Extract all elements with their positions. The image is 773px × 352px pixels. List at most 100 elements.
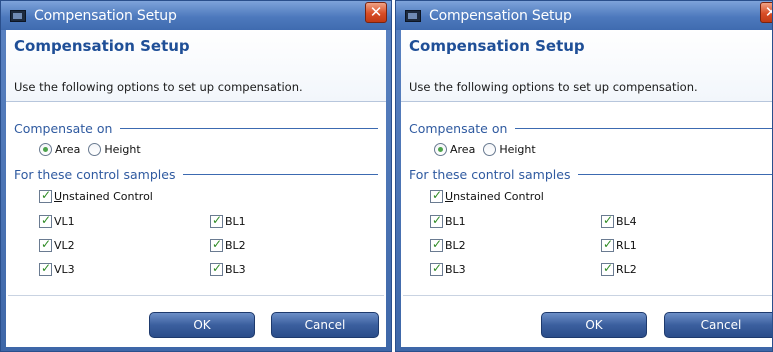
compensate-on-options: Area Height [39, 143, 149, 156]
checkbox-rl2[interactable]: ✓ RL2 [601, 261, 637, 276]
checkbox[interactable]: ✓ [430, 188, 443, 203]
checkbox-bl1[interactable]: ✓ BL1 [430, 213, 466, 228]
checkmark-icon: ✓ [603, 261, 614, 275]
radio-height-label[interactable]: Height [104, 143, 140, 156]
checkbox-label: Unstained Control [54, 190, 153, 203]
ok-button[interactable]: OK [149, 312, 255, 338]
checkbox-label: VL3 [54, 263, 75, 276]
checkbox-label: BL1 [445, 215, 466, 228]
checkmark-icon: ✓ [432, 213, 443, 227]
checkmark-icon: ✓ [212, 261, 223, 275]
checkbox-vl2[interactable]: ✓ VL2 [39, 237, 75, 252]
checkbox[interactable]: ✓ [39, 261, 52, 276]
header-title: Compensation Setup [14, 37, 190, 55]
checkmark-icon: ✓ [41, 188, 52, 202]
checkbox-label: BL2 [225, 239, 246, 252]
checkmark-icon: ✓ [212, 213, 223, 227]
dialog-body: Compensation Setup Use the following opt… [6, 30, 386, 347]
section-divider [120, 127, 378, 129]
compensation-setup-dialog-2: Compensation Setup ✕ Compensation Setup … [395, 0, 773, 352]
title-bar[interactable]: Compensation Setup ✕ [1, 1, 391, 30]
checkbox[interactable]: ✓ [601, 237, 614, 252]
checkmark-icon: ✓ [603, 213, 614, 227]
radio-area[interactable] [39, 143, 52, 156]
checkbox-label: BL3 [445, 263, 466, 276]
control-samples-label: For these control samples [409, 166, 571, 182]
checkbox[interactable]: ✓ [210, 261, 223, 276]
app-window-icon [10, 9, 26, 22]
radio-height[interactable] [483, 143, 497, 156]
checkmark-icon: ✓ [603, 237, 614, 251]
footer-divider [8, 295, 384, 296]
header-title: Compensation Setup [409, 37, 585, 55]
checkbox-label: BL4 [616, 215, 637, 228]
checkbox[interactable]: ✓ [430, 213, 443, 228]
compensation-setup-dialog-1: Compensation Setup ✕ Compensation Setup … [0, 0, 392, 352]
cancel-button[interactable]: Cancel [271, 312, 379, 338]
checkmark-icon: ✓ [432, 261, 443, 275]
close-button[interactable]: ✕ [365, 2, 387, 23]
checkbox-label: BL2 [445, 239, 466, 252]
section-divider [515, 127, 772, 129]
close-button[interactable]: ✕ [760, 2, 772, 23]
dialog-body: Compensation Setup Use the following opt… [401, 30, 772, 347]
checkmark-icon: ✓ [41, 237, 52, 251]
checkbox-label: RL2 [616, 263, 637, 276]
checkmark-icon: ✓ [212, 237, 223, 251]
checkbox[interactable]: ✓ [430, 237, 443, 252]
header-description: Use the following options to set up comp… [409, 80, 698, 94]
compensate-on-label: Compensate on [409, 120, 508, 136]
radio-area[interactable] [434, 143, 447, 156]
checkmark-icon: ✓ [41, 213, 52, 227]
checkbox-label: VL2 [54, 239, 75, 252]
checkbox[interactable]: ✓ [39, 188, 52, 203]
checkbox-bl3[interactable]: ✓ BL3 [430, 261, 466, 276]
footer-divider [403, 295, 772, 296]
control-samples-group: For these control samples [409, 166, 772, 182]
section-divider [183, 173, 378, 175]
checkbox-unstained-control[interactable]: ✓ Unstained Control [430, 188, 544, 203]
control-samples-label: For these control samples [14, 166, 176, 182]
dialog-header: Compensation Setup Use the following opt… [6, 30, 386, 102]
checkbox-vl1[interactable]: ✓ VL1 [39, 213, 75, 228]
compensate-on-group: Compensate on [14, 120, 378, 136]
checkbox[interactable]: ✓ [39, 213, 52, 228]
checkbox[interactable]: ✓ [430, 261, 443, 276]
checkbox[interactable]: ✓ [601, 213, 614, 228]
checkbox-rl1[interactable]: ✓ RL1 [601, 237, 637, 252]
cancel-button[interactable]: Cancel [664, 312, 772, 338]
checkbox-label: VL1 [54, 215, 75, 228]
checkbox-bl3[interactable]: ✓ BL3 [210, 261, 246, 276]
compensate-on-label: Compensate on [14, 120, 113, 136]
radio-height-label[interactable]: Height [499, 143, 535, 156]
compensate-on-group: Compensate on [409, 120, 772, 136]
ok-button[interactable]: OK [541, 312, 647, 338]
window-title: Compensation Setup [429, 7, 572, 24]
checkbox-bl2[interactable]: ✓ BL2 [430, 237, 466, 252]
checkbox-bl4[interactable]: ✓ BL4 [601, 213, 637, 228]
radio-area-label[interactable]: Area [55, 143, 80, 156]
app-window-icon [405, 9, 421, 22]
dialog-header: Compensation Setup Use the following opt… [401, 30, 772, 102]
checkbox[interactable]: ✓ [210, 213, 223, 228]
window-title: Compensation Setup [34, 7, 177, 24]
checkbox-label: BL1 [225, 215, 246, 228]
checkbox-vl3[interactable]: ✓ VL3 [39, 261, 75, 276]
checkbox-label: Unstained Control [445, 190, 544, 203]
checkbox-bl1[interactable]: ✓ BL1 [210, 213, 246, 228]
title-bar[interactable]: Compensation Setup ✕ [396, 1, 772, 30]
checkbox[interactable]: ✓ [210, 237, 223, 252]
checkbox-unstained-control[interactable]: ✓ Unstained Control [39, 188, 153, 203]
checkbox[interactable]: ✓ [601, 261, 614, 276]
checkbox[interactable]: ✓ [39, 237, 52, 252]
checkbox-label: BL3 [225, 263, 246, 276]
section-divider [578, 173, 772, 175]
checkmark-icon: ✓ [432, 188, 443, 202]
header-description: Use the following options to set up comp… [14, 80, 303, 94]
control-samples-group: For these control samples [14, 166, 378, 182]
checkbox-bl2[interactable]: ✓ BL2 [210, 237, 246, 252]
radio-height[interactable] [88, 143, 102, 156]
checkmark-icon: ✓ [41, 261, 52, 275]
radio-area-label[interactable]: Area [450, 143, 475, 156]
checkbox-label: RL1 [616, 239, 637, 252]
